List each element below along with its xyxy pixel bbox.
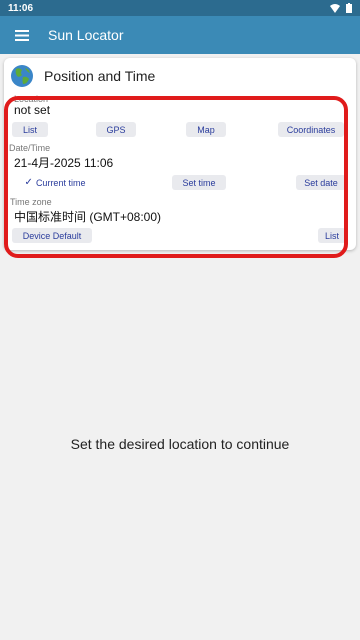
empty-state-message: Set the desired location to continue [70,436,290,452]
datetime-value: 21-4月-2025 11:06 [14,156,114,170]
check-icon: ✓ [24,177,33,188]
timezone-list-button[interactable]: List [318,228,346,243]
globe-icon [11,65,33,87]
current-time-button[interactable]: ✓ Current time [16,175,94,190]
datetime-label: Date/Time [9,143,51,153]
menu-icon[interactable] [0,16,44,54]
status-time: 11:06 [8,2,34,14]
map-button[interactable]: Map [186,122,226,137]
timezone-value: 中国标准时间 (GMT+08:00) [14,210,162,224]
position-time-card: Position and Time Location not set List … [4,58,356,250]
app-bar: Sun Locator [0,16,360,54]
wifi-icon [330,3,340,13]
gps-button[interactable]: GPS [96,122,136,137]
set-time-button[interactable]: Set time [172,175,226,190]
card-title: Position and Time [44,68,156,84]
card-header: Position and Time [10,64,155,88]
device-default-button[interactable]: Device Default [12,228,92,243]
current-time-label: Current time [35,177,86,188]
location-value: not set [14,103,51,117]
battery-icon [346,3,352,13]
status-icons [330,3,352,13]
status-bar: 11:06 [0,0,360,16]
location-list-button[interactable]: List [12,122,48,137]
coordinates-button[interactable]: Coordinates [278,122,344,137]
app-title: Sun Locator [48,27,124,43]
timezone-label: Time zone [10,197,52,207]
set-date-button[interactable]: Set date [296,175,346,190]
